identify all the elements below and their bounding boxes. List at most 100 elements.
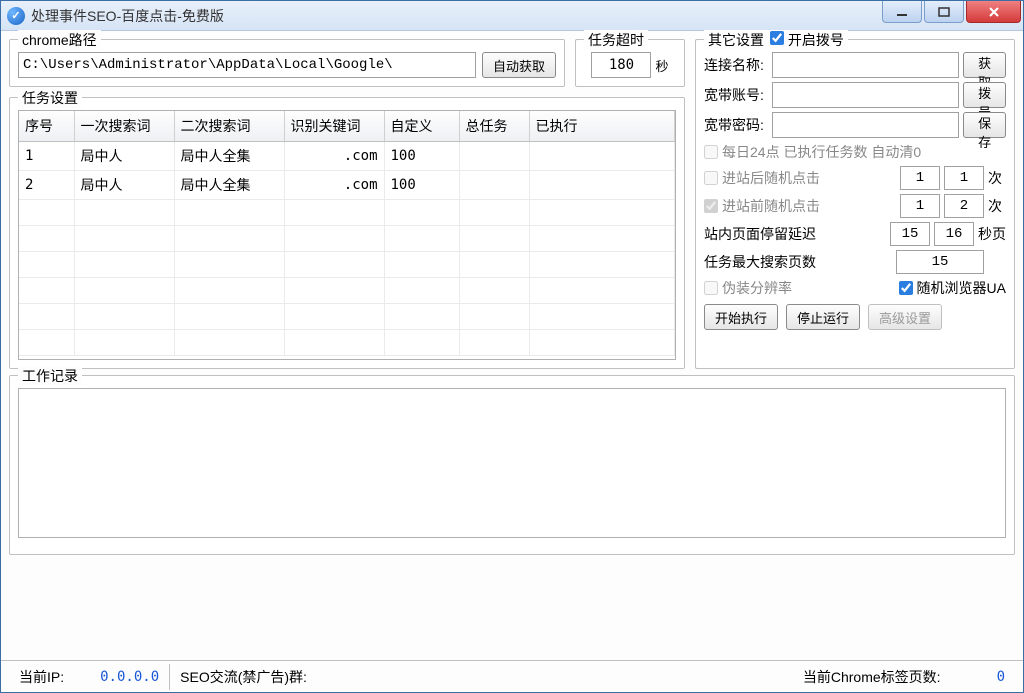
- table-row[interactable]: [19, 226, 675, 252]
- table-cell: [284, 200, 384, 226]
- col-ident[interactable]: 识别关键词: [284, 111, 384, 142]
- fake-res-checkbox-wrap[interactable]: 伪装分辨率: [704, 278, 792, 298]
- daily-reset-checkbox[interactable]: [704, 145, 718, 159]
- stay-min[interactable]: [890, 222, 930, 246]
- settings-legend: 其它设置 开启拨号: [704, 30, 848, 50]
- table-row[interactable]: 1局中人局中人全集.com100: [19, 142, 675, 171]
- after-enter-checkbox[interactable]: [704, 171, 718, 185]
- table-cell: [19, 252, 74, 278]
- timeout-legend: 任务超时: [584, 30, 648, 50]
- table-row[interactable]: [19, 304, 675, 330]
- after-enter-min[interactable]: [900, 166, 940, 190]
- table-cell: [384, 226, 459, 252]
- table-cell: [459, 252, 529, 278]
- table-row[interactable]: [19, 200, 675, 226]
- table-cell: [384, 304, 459, 330]
- seo-group-label: SEO交流(禁广告)群:: [180, 667, 307, 687]
- before-enter-checkbox-wrap[interactable]: 进站前随机点击: [704, 196, 820, 216]
- start-button[interactable]: 开始执行: [704, 304, 778, 330]
- ip-label: 当前IP:: [19, 667, 64, 687]
- table-cell: [284, 304, 384, 330]
- fake-res-checkbox[interactable]: [704, 281, 718, 295]
- random-ua-checkbox-wrap[interactable]: 随机浏览器UA: [899, 278, 1006, 298]
- bb-password-label: 宽带密码:: [704, 115, 768, 135]
- table-cell: [384, 330, 459, 356]
- close-icon: [987, 6, 1001, 18]
- table-cell: [529, 171, 675, 200]
- table-cell: [174, 304, 284, 330]
- bb-account-input[interactable]: [772, 82, 959, 108]
- task-table-wrap[interactable]: 序号 一次搜索词 二次搜索词 识别关键词 自定义 总任务 已执行 1局中人局中人…: [18, 110, 676, 360]
- timeout-input[interactable]: [591, 52, 651, 78]
- table-cell: 100: [384, 142, 459, 171]
- before-enter-checkbox[interactable]: [704, 199, 718, 213]
- col-done[interactable]: 已执行: [529, 111, 675, 142]
- table-cell: [74, 304, 174, 330]
- table-cell: [74, 252, 174, 278]
- table-row[interactable]: [19, 252, 675, 278]
- max-pages-label: 任务最大搜索页数: [704, 252, 892, 272]
- stop-button[interactable]: 停止运行: [786, 304, 860, 330]
- get-conn-button[interactable]: 获取: [963, 52, 1006, 78]
- table-cell: [459, 142, 529, 171]
- table-cell: [74, 200, 174, 226]
- col-total[interactable]: 总任务: [459, 111, 529, 142]
- table-cell: [384, 252, 459, 278]
- after-enter-checkbox-wrap[interactable]: 进站后随机点击: [704, 168, 820, 188]
- maximize-button[interactable]: [924, 1, 964, 23]
- after-enter-max[interactable]: [944, 166, 984, 190]
- minimize-button[interactable]: [882, 1, 922, 23]
- bb-password-input[interactable]: [772, 112, 959, 138]
- table-cell: [174, 252, 284, 278]
- table-cell: .com: [284, 142, 384, 171]
- chrome-path-group: chrome路径 自动获取: [9, 39, 565, 87]
- dial-button[interactable]: 拨号: [963, 82, 1006, 108]
- col-custom[interactable]: 自定义: [384, 111, 459, 142]
- max-pages-input[interactable]: [896, 250, 984, 274]
- log-area[interactable]: [18, 388, 1006, 538]
- enable-dial-checkbox[interactable]: [770, 31, 784, 45]
- table-row[interactable]: [19, 330, 675, 356]
- table-cell: .com: [284, 171, 384, 200]
- table-cell: [174, 330, 284, 356]
- table-row[interactable]: 2局中人局中人全集.com100: [19, 171, 675, 200]
- col-index[interactable]: 序号: [19, 111, 74, 142]
- auto-get-button[interactable]: 自动获取: [482, 52, 556, 78]
- table-cell: 局中人全集: [174, 171, 284, 200]
- titlebar: ✓ 处理事件SEO-百度点击-免费版: [1, 1, 1023, 31]
- table-cell: [529, 330, 675, 356]
- save-button[interactable]: 保存: [963, 112, 1006, 138]
- enable-dial-checkbox-wrap[interactable]: 开启拨号: [770, 30, 844, 50]
- col-kw1[interactable]: 一次搜索词: [74, 111, 174, 142]
- conn-name-input[interactable]: [772, 52, 959, 78]
- stay-max[interactable]: [934, 222, 974, 246]
- col-kw2[interactable]: 二次搜索词: [174, 111, 284, 142]
- table-row[interactable]: [19, 278, 675, 304]
- table-cell: [459, 330, 529, 356]
- task-legend: 任务设置: [18, 88, 82, 108]
- timeout-group: 任务超时 秒: [575, 39, 685, 87]
- advanced-button[interactable]: 高级设置: [868, 304, 942, 330]
- table-cell: [459, 171, 529, 200]
- table-cell: [384, 200, 459, 226]
- table-cell: [384, 278, 459, 304]
- chrome-path-input[interactable]: [18, 52, 476, 78]
- settings-group: 其它设置 开启拨号 连接名称: 获取 宽带账号: 拨号: [695, 39, 1015, 369]
- maximize-icon: [937, 6, 951, 18]
- table-cell: [19, 304, 74, 330]
- before-enter-min[interactable]: [900, 194, 940, 218]
- table-cell: 2: [19, 171, 74, 200]
- ip-value: 0.0.0.0: [100, 669, 159, 685]
- table-cell: [74, 278, 174, 304]
- table-cell: [459, 304, 529, 330]
- random-ua-checkbox[interactable]: [899, 281, 913, 295]
- timeout-unit: 秒: [655, 56, 668, 75]
- daily-reset-checkbox-wrap[interactable]: 每日24点 已执行任务数 自动清0: [704, 142, 921, 162]
- task-group: 任务设置 序号 一次搜索词 二次搜索词 识别关键词 自定义 总任务: [9, 97, 685, 369]
- task-header-row: 序号 一次搜索词 二次搜索词 识别关键词 自定义 总任务 已执行: [19, 111, 675, 142]
- close-button[interactable]: [966, 1, 1021, 23]
- before-enter-max[interactable]: [944, 194, 984, 218]
- window-title: 处理事件SEO-百度点击-免费版: [31, 6, 882, 26]
- table-cell: [74, 226, 174, 252]
- top-row: chrome路径 自动获取 任务超时 秒: [9, 39, 1015, 369]
